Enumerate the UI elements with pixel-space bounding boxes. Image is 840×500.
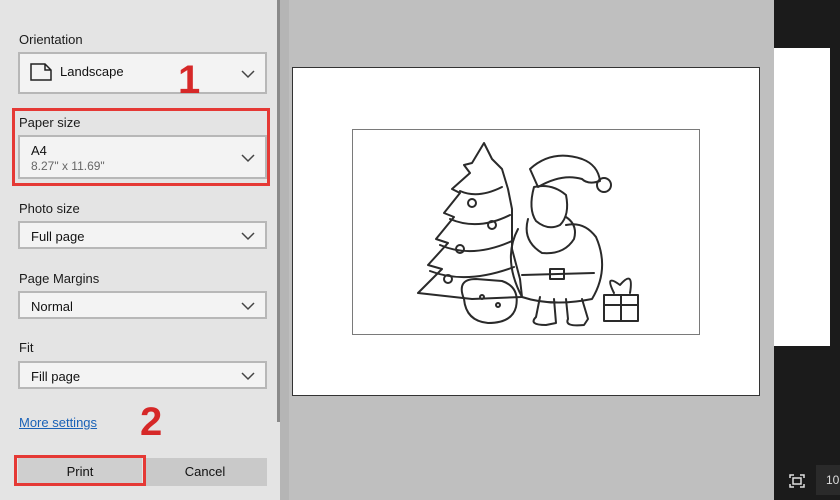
tree-garland-1 <box>459 186 503 196</box>
page-margins-value: Normal <box>31 299 73 314</box>
tree-outline <box>417 142 523 300</box>
gift-bow <box>609 277 632 294</box>
page-landscape-icon <box>30 63 52 81</box>
ornament-3 <box>455 244 465 254</box>
tree-garland-3 <box>439 240 513 253</box>
christmas-santa-tree-illustration <box>417 142 639 327</box>
fit-label: Fit <box>19 340 34 355</box>
santa-belt <box>521 272 595 276</box>
photo-size-value: Full page <box>31 229 85 244</box>
photo-size-dropdown[interactable]: Full page <box>18 221 267 249</box>
chevron-down-icon <box>241 301 255 311</box>
print-button-highlight <box>14 455 146 486</box>
present-sack <box>460 278 518 324</box>
gift-ribbon <box>603 294 639 322</box>
page-margins-label: Page Margins <box>19 271 100 286</box>
fullscreen-icon[interactable] <box>789 474 805 488</box>
next-page-thumbnail <box>774 48 830 346</box>
orientation-label: Orientation <box>19 32 83 47</box>
orientation-value: Landscape <box>60 64 124 79</box>
sack-dot-2 <box>495 302 501 308</box>
santa-pompom <box>596 177 612 193</box>
santa-hat <box>529 154 601 188</box>
ornament-1 <box>467 198 477 208</box>
chevron-down-icon <box>241 371 255 381</box>
step-number-2: 2 <box>140 400 163 444</box>
settings-scrollbar[interactable] <box>277 0 280 422</box>
paper-size-highlight <box>12 108 270 186</box>
more-settings-link[interactable]: More settings <box>19 415 97 430</box>
santa-face <box>530 185 569 229</box>
zoom-level[interactable]: 10 <box>816 465 840 495</box>
preview-scrollbar[interactable] <box>280 0 289 500</box>
cancel-button[interactable]: Cancel <box>143 458 267 486</box>
step-number-1: 1 <box>178 58 201 102</box>
tree-garland-2 <box>449 214 511 226</box>
santa-beard <box>525 216 576 255</box>
chevron-down-icon <box>241 69 255 79</box>
photo-size-label: Photo size <box>19 201 80 216</box>
chevron-down-icon <box>241 231 255 241</box>
santa-body <box>509 223 604 304</box>
page-margins-dropdown[interactable]: Normal <box>18 291 267 319</box>
sack-dot-1 <box>479 294 485 300</box>
orientation-dropdown[interactable]: Landscape <box>18 52 267 94</box>
fit-dropdown[interactable]: Fill page <box>18 361 267 389</box>
fit-value: Fill page <box>31 369 81 384</box>
